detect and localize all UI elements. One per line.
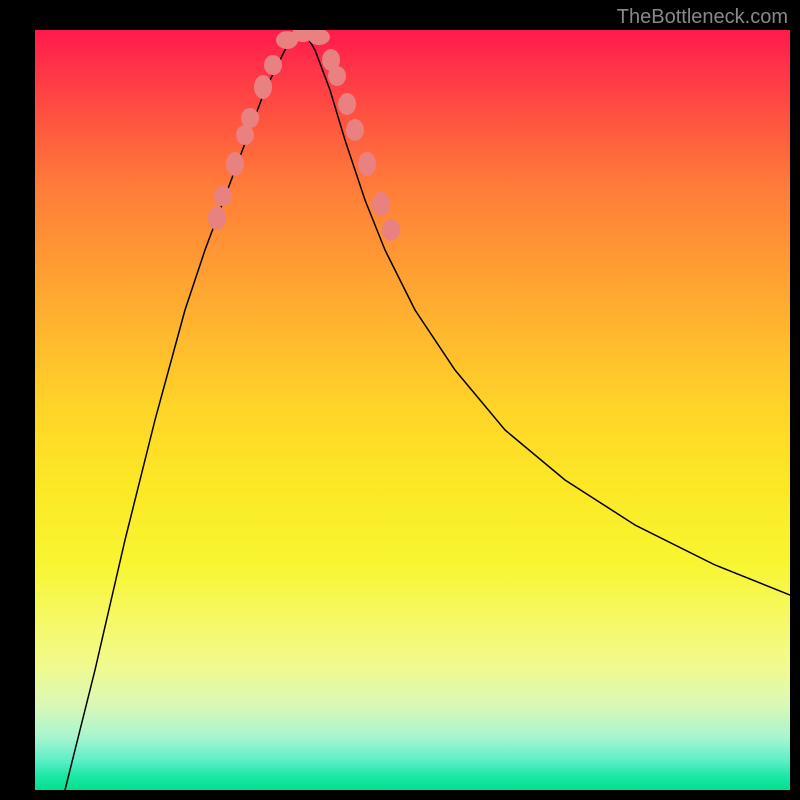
- chart-plot-area: [35, 30, 790, 790]
- data-marker: [264, 55, 282, 75]
- right-curve-line: [303, 30, 790, 595]
- data-marker: [226, 152, 244, 176]
- data-marker: [328, 66, 346, 86]
- data-marker: [372, 192, 390, 216]
- data-marker: [241, 108, 259, 128]
- left-curve-line: [65, 30, 303, 790]
- data-marker: [382, 219, 400, 241]
- data-marker: [338, 93, 356, 115]
- data-marker: [236, 125, 254, 145]
- data-marker: [208, 206, 226, 230]
- watermark-text: TheBottleneck.com: [617, 6, 788, 29]
- chart-svg: [35, 30, 790, 790]
- data-marker: [214, 186, 232, 206]
- data-marker: [358, 152, 376, 176]
- marker-group: [208, 30, 400, 241]
- data-marker: [346, 119, 364, 141]
- data-marker: [254, 75, 272, 99]
